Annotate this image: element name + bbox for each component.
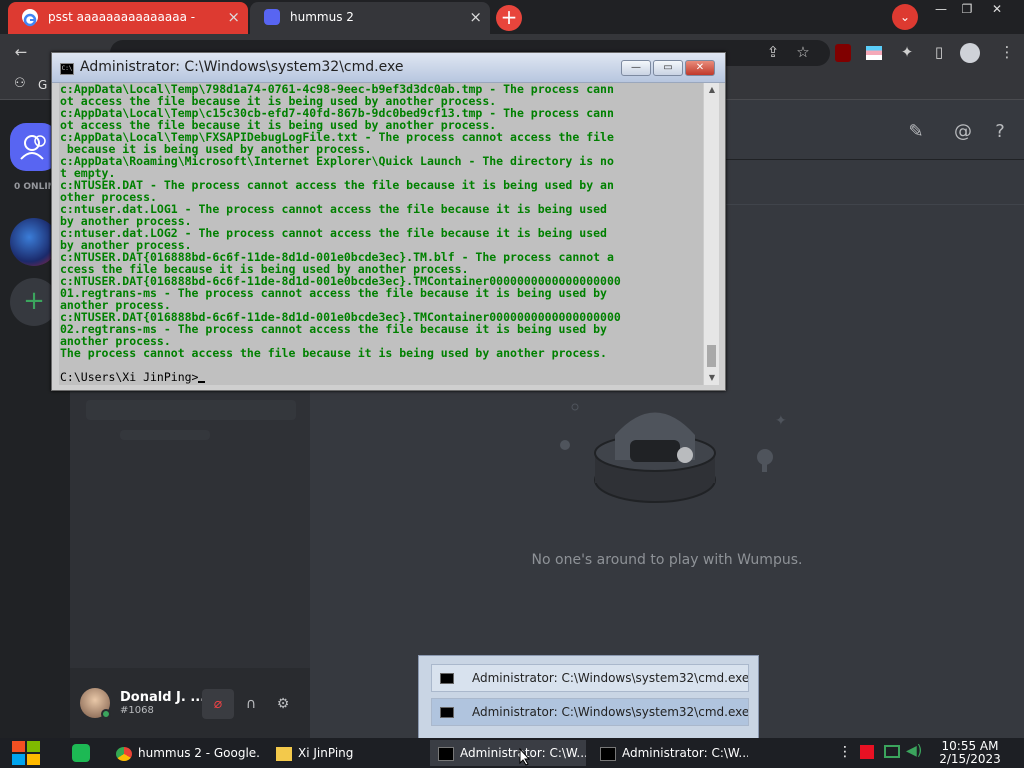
tab-hummus[interactable]: hummus 2 × xyxy=(250,2,490,34)
scroll-down-icon[interactable]: ▼ xyxy=(704,371,720,385)
dm-placeholder xyxy=(86,400,296,420)
flag-icon[interactable] xyxy=(860,745,874,759)
bookmark-label[interactable]: G xyxy=(38,78,47,92)
clock-date: 2/15/2023 xyxy=(939,752,1001,766)
tab-close-icon[interactable]: × xyxy=(227,2,240,32)
help-icon[interactable]: ? xyxy=(988,120,1012,144)
settings-gear-icon[interactable]: ⚙ xyxy=(268,689,298,719)
mouse-cursor-icon xyxy=(519,748,531,766)
restore-icon[interactable]: ❐ xyxy=(952,0,982,18)
taskbar-label: hummus 2 - Google... xyxy=(138,746,260,760)
taskbar-cmd[interactable]: Administrator: C:\W... xyxy=(430,740,586,766)
volume-icon[interactable]: ◀) xyxy=(906,743,922,759)
console-text: c:AppData\Local\Temp\798d1a74-0761-4c98-… xyxy=(60,83,621,360)
cmd-maximize-button[interactable]: ▭ xyxy=(653,60,683,76)
ublock-icon[interactable] xyxy=(835,44,851,62)
tab-search-icon[interactable]: ⌄ xyxy=(892,4,918,30)
preview-label: Administrator: C:\Windows\system32\cmd.e… xyxy=(472,671,749,685)
clock[interactable]: 10:55 AM 2/15/2023 xyxy=(934,740,1006,766)
discord-favicon-icon xyxy=(264,9,280,25)
taskbar-preview: Administrator: C:\Windows\system32\cmd.e… xyxy=(418,655,759,739)
new-tab-button[interactable]: + xyxy=(496,5,522,31)
mention-icon[interactable]: @ xyxy=(951,120,975,144)
tab-psst[interactable]: psst aaaaaaaaaaaaaaa - Goo × xyxy=(8,2,248,34)
cmd-minimize-button[interactable]: — xyxy=(621,60,651,76)
dm-placeholder xyxy=(120,430,210,440)
user-tag: #1068 xyxy=(120,705,154,716)
preview-item[interactable]: Administrator: C:\Windows\system32\cmd.e… xyxy=(431,698,749,726)
cmd-icon xyxy=(440,707,454,718)
google-favicon-icon xyxy=(22,9,38,27)
cmd-icon xyxy=(600,746,616,761)
close-icon[interactable]: ✕ xyxy=(982,0,1012,18)
pinned-app-icon[interactable] xyxy=(72,744,90,762)
console-scrollbar[interactable]: ▲ ▼ xyxy=(703,83,719,385)
tab-label: hummus 2 xyxy=(290,10,354,24)
mute-icon[interactable]: ⌀ xyxy=(202,689,234,719)
console-prompt[interactable]: C:\Users\Xi JinPing> xyxy=(60,370,206,384)
profile-avatar-icon[interactable] xyxy=(960,43,980,63)
cmd-titlebar[interactable]: C:\ Administrator: C:\Windows\system32\c… xyxy=(52,53,725,83)
taskbar-label: Xi JinPing xyxy=(298,746,354,760)
cmd-icon xyxy=(440,673,454,684)
headphones-icon[interactable]: ∩ xyxy=(236,689,266,719)
empty-state-text: No one's around to play with Wumpus. xyxy=(531,552,803,568)
scrollbar-thumb[interactable] xyxy=(707,345,716,367)
taskbar-folder[interactable]: Xi JinPing xyxy=(272,740,420,766)
tab-close-icon[interactable]: × xyxy=(469,2,482,32)
tab-label: psst aaaaaaaaaaaaaaa - Goo xyxy=(48,10,198,24)
username: Donald J. ... xyxy=(120,690,206,705)
preview-item[interactable]: Administrator: C:\Windows\system32\cmd.e… xyxy=(431,664,749,692)
new-dm-icon[interactable]: ✎ xyxy=(904,120,928,144)
prompt-text: C:\Users\Xi JinPing> xyxy=(60,370,199,384)
taskbar-label: Administrator: C:\W... xyxy=(622,746,748,760)
cmd-title: Administrator: C:\Windows\system32\cmd.e… xyxy=(80,59,404,75)
status-online-icon xyxy=(101,709,111,719)
taskbar-cmd[interactable]: Administrator: C:\W... xyxy=(592,740,748,766)
cmd-icon: C:\ xyxy=(60,63,74,75)
back-icon[interactable]: ← xyxy=(10,42,32,62)
text-cursor xyxy=(198,381,206,383)
cmd-close-button[interactable]: ✕ xyxy=(685,60,715,76)
scroll-up-icon[interactable]: ▲ xyxy=(704,83,720,97)
extensions-puzzle-icon[interactable]: ✦ xyxy=(896,42,918,62)
cmd-icon xyxy=(438,746,454,761)
bookmark-icon: ⚇ xyxy=(14,76,26,91)
preview-label: Administrator: C:\Windows\system32\cmd.e… xyxy=(472,705,749,719)
network-icon[interactable] xyxy=(884,745,900,758)
online-count: 0 ONLIN xyxy=(14,182,56,192)
wumpus-illustration: ✦ xyxy=(560,403,787,503)
svg-text:✦: ✦ xyxy=(775,413,787,429)
cmd-window[interactable]: C:\ Administrator: C:\Windows\system32\c… xyxy=(51,52,726,391)
overflow-icon[interactable]: ⋮ xyxy=(838,744,852,760)
chrome-icon xyxy=(116,746,132,761)
folder-icon xyxy=(276,746,292,761)
extension-flag-icon[interactable] xyxy=(866,46,882,60)
console-output[interactable]: c:AppData\Local\Temp\798d1a74-0761-4c98-… xyxy=(59,83,703,385)
share-icon[interactable]: ⇪ xyxy=(762,42,784,62)
kebab-menu-icon[interactable]: ⋮ xyxy=(996,42,1018,62)
start-button[interactable] xyxy=(10,739,42,767)
taskbar-chrome[interactable]: hummus 2 - Google... xyxy=(112,740,260,766)
side-panel-icon[interactable]: ▯ xyxy=(928,42,950,62)
star-icon[interactable]: ☆ xyxy=(792,42,814,62)
